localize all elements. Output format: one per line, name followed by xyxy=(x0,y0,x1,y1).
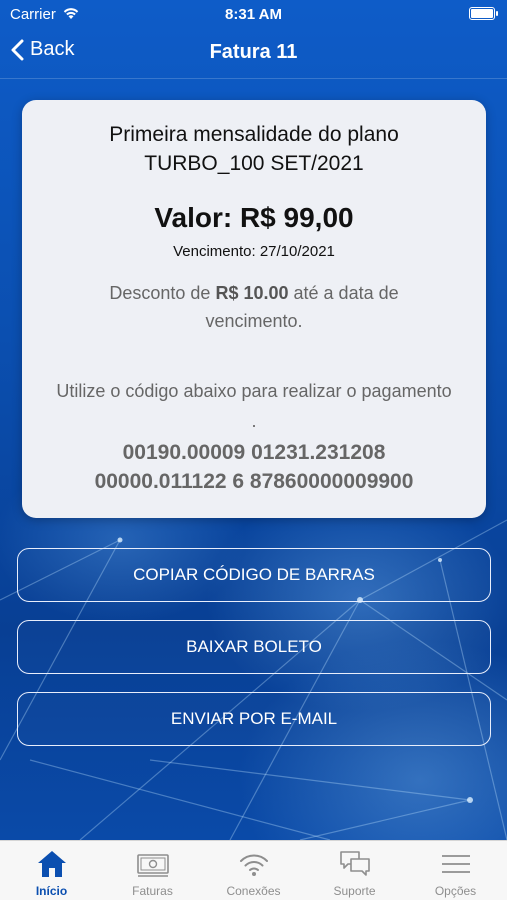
tab-faturas[interactable]: Faturas xyxy=(102,841,203,900)
discount-prefix: Desconto de xyxy=(109,283,216,303)
tab-inicio[interactable]: Início xyxy=(1,841,102,900)
menu-icon xyxy=(439,849,473,879)
navigation-bar: Back Fatura 11 xyxy=(0,30,507,76)
description-line-1: Primeira mensalidade do plano xyxy=(109,123,399,146)
invoice-card: Primeira mensalidade do plano TURBO_100 … xyxy=(22,100,486,518)
tab-label: Início xyxy=(35,884,68,898)
home-icon xyxy=(35,849,69,879)
due-date: Vencimento: 27/10/2021 xyxy=(173,243,335,260)
tab-label: Suporte xyxy=(333,884,376,898)
status-time: 8:31 AM xyxy=(225,6,282,23)
tab-conexoes[interactable]: Conexões xyxy=(203,841,304,900)
discount-amount: R$ 10.00 xyxy=(215,283,289,303)
description-line-2: TURBO_100 SET/2021 xyxy=(144,152,364,175)
invoice-description: Primeira mensalidade do plano TURBO_100 … xyxy=(22,120,486,178)
download-boleto-button[interactable]: BAIXAR BOLETO xyxy=(17,620,491,674)
send-email-button[interactable]: ENVIAR POR E-MAIL xyxy=(17,692,491,746)
barcode-number[interactable]: 00190.00009 01231.231208 00000.011122 6 … xyxy=(22,438,486,496)
page-title: Fatura 11 xyxy=(209,41,298,63)
invoice-amount: Valor: R$ 99,00 xyxy=(154,202,354,233)
tab-bar: Início Faturas Conexões Suporte Opções xyxy=(0,840,507,900)
tab-label: Faturas xyxy=(132,884,173,898)
status-bar: Carrier 8:31 AM xyxy=(0,0,507,30)
tab-opcoes[interactable]: Opções xyxy=(405,841,506,900)
nav-divider xyxy=(0,78,507,79)
tab-label: Opções xyxy=(434,884,477,898)
bill-icon xyxy=(136,849,170,879)
chat-icon xyxy=(338,849,372,879)
payment-instruction: Utilize o código abaixo para realizar o … xyxy=(56,381,452,431)
tab-suporte[interactable]: Suporte xyxy=(304,841,405,900)
tab-label: Conexões xyxy=(226,884,281,898)
wifi-icon xyxy=(237,849,271,879)
barcode-line-1: 00190.00009 01231.231208 xyxy=(122,441,386,464)
battery-icon xyxy=(469,7,498,20)
barcode-line-2: 00000.011122 6 87860000009900 xyxy=(94,470,414,493)
copy-barcode-button[interactable]: COPIAR CÓDIGO DE BARRAS xyxy=(17,548,491,602)
discount-text: Desconto de R$ 10.00 até a data de venci… xyxy=(62,279,446,335)
